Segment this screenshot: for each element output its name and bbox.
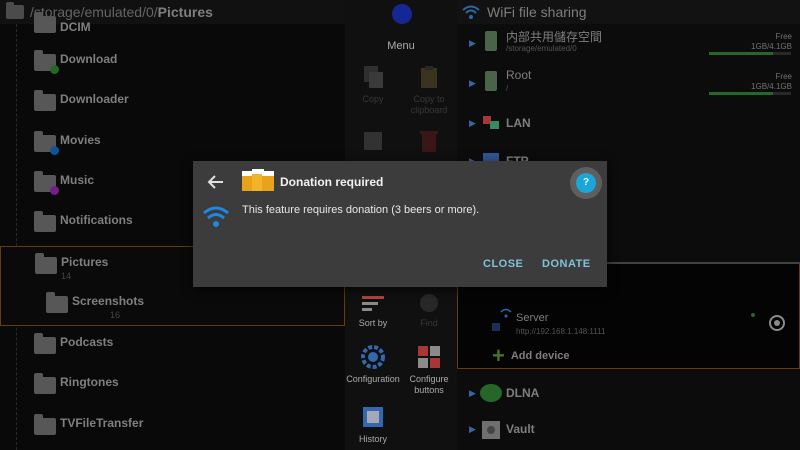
dialog-title: Donation required [280, 175, 384, 189]
dialog-message: This feature requires donation (3 beers … [242, 204, 480, 216]
beer-mugs-icon [242, 169, 274, 191]
close-button[interactable]: CLOSE [483, 258, 523, 270]
help-icon: ? [576, 173, 596, 193]
donate-button[interactable]: DONATE [542, 258, 591, 270]
back-arrow-icon[interactable] [207, 173, 225, 191]
wifi-icon [203, 206, 229, 227]
help-button[interactable]: ? [570, 167, 602, 199]
donation-dialog: Donation required ? This feature require… [193, 161, 607, 287]
